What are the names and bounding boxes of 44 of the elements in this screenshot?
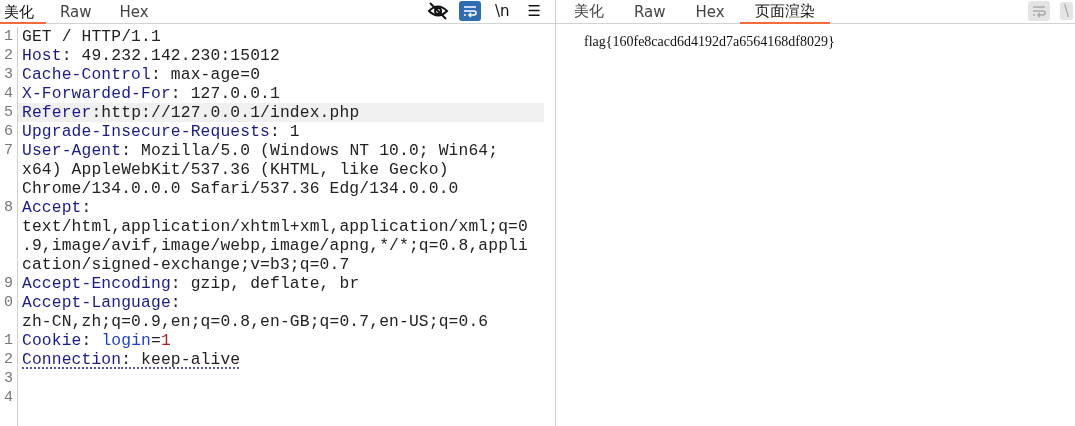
- code-text: Cookie: login=1: [22, 331, 171, 350]
- code-text: zh-CN,zh;q=0.9,en;q=0.8,en-GB;q=0.7,en-US;q=0.6: [22, 312, 489, 331]
- tab[interactable]: Raw: [46, 2, 106, 24]
- tab[interactable]: 美化: [556, 2, 619, 24]
- code-text: text/html,application/xhtml+xml,application/xml;q=0: [22, 217, 528, 236]
- code-text: X-Forwarded-For: 127.0.0.1: [22, 84, 280, 103]
- code-text: Upgrade-Insecure-Requests: 1: [22, 122, 300, 141]
- code-text: Host: 49.232.142.230:15012: [22, 46, 280, 65]
- code-text: Connection: keep-alive: [22, 350, 241, 369]
- tab[interactable]: 美化: [0, 2, 46, 24]
- line-number: 1: [3, 331, 13, 350]
- line-number: 3: [3, 369, 13, 388]
- line-number: 1: [3, 27, 13, 46]
- line-number: 9: [3, 274, 13, 293]
- menu-button[interactable]: ☰: [523, 1, 545, 20]
- line-number: 8: [3, 198, 13, 218]
- tab[interactable]: Hex: [680, 2, 740, 24]
- code-text: Accept:: [22, 198, 92, 217]
- line-number: 0: [3, 293, 13, 313]
- line-number: 5: [3, 103, 13, 122]
- code-text: Accept-Encoding: gzip, deflate, br: [22, 274, 360, 293]
- line-number: 2: [3, 350, 13, 369]
- code-text: Accept-Language:: [22, 293, 181, 312]
- code-text: Referer:http://127.0.0.1/index.php: [22, 103, 360, 122]
- code-text: x64) AppleWebKit/537.36 (KHTML, like Gecko): [22, 160, 449, 179]
- code-text: Chrome/134.0.0.0 Safari/537.36 Edg/134.0.0.0: [22, 179, 459, 198]
- wrap-icon[interactable]: [459, 0, 481, 21]
- line-number: 2: [3, 46, 13, 65]
- rendered-text: flag{160fe8cacd6d4192d7a6564168df8029}: [584, 34, 835, 49]
- line-number: 3: [3, 65, 13, 84]
- tab[interactable]: 页面渲染: [739, 2, 830, 24]
- line-number: 6: [3, 122, 13, 141]
- hidden-eye-icon[interactable]: [427, 0, 449, 21]
- code-text: Cache-Control: max-age=0: [22, 65, 261, 84]
- line-number: 4: [3, 84, 13, 103]
- newline-button[interactable]: \n: [491, 1, 514, 20]
- tab[interactable]: Raw: [619, 2, 681, 24]
- code-text: cation/signed-exchange;v=b3;q=0.7: [22, 255, 350, 274]
- line-number: 7: [3, 141, 13, 161]
- line-number: 4: [3, 388, 13, 408]
- code-text: User-Agent: Mozilla/5.0 (Windows NT 10.0; Win64;: [22, 141, 499, 160]
- code-text: .9,image/avif,image/webp,image/apng,*/*;q=0.8,appli: [22, 236, 528, 255]
- tab[interactable]: Hex: [105, 2, 163, 24]
- code-text: GET / HTTP/1.1: [22, 27, 161, 46]
